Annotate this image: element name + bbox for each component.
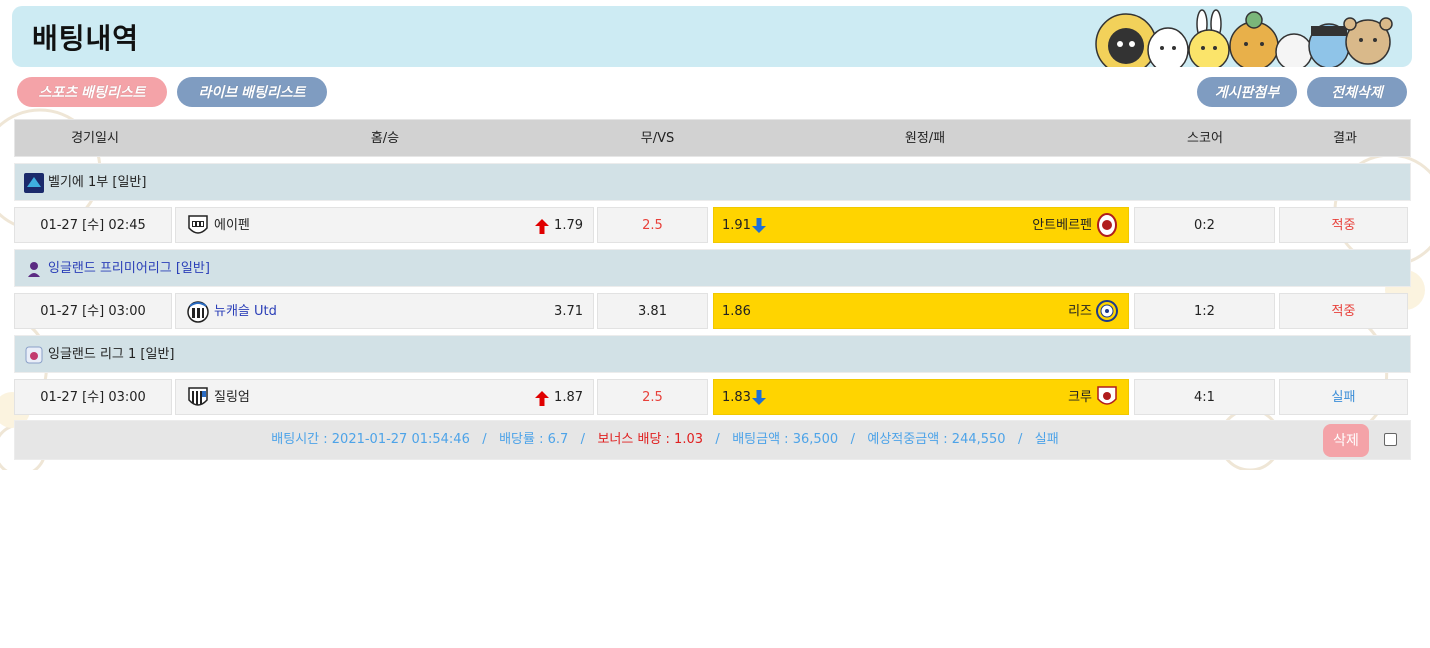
- bet-amount: 배팅금액 : 36,500: [732, 432, 839, 447]
- arrow-down-icon: [752, 218, 766, 233]
- delete-all-button[interactable]: 전체삭제: [1307, 77, 1407, 107]
- leeds-crest-icon: [1096, 300, 1118, 322]
- league-name: 벨기에 1부 [일반]: [48, 175, 147, 190]
- select-bet-checkbox[interactable]: [1384, 433, 1397, 446]
- arrow-down-icon: [752, 390, 766, 405]
- arrow-up-icon: [535, 219, 549, 234]
- result-status: 실패: [1279, 379, 1408, 415]
- col-home: 홈/승: [370, 131, 400, 146]
- eupen-crest-icon: [188, 215, 208, 234]
- table-header: 경기일시 홈/승 무/VS 원정/패 스코어 결과: [14, 119, 1411, 157]
- sports-bet-list-tab[interactable]: 스포츠 배팅리스트: [17, 77, 167, 107]
- home-team-name: 뉴캐슬 Utd: [214, 304, 277, 319]
- score: 1:2: [1134, 293, 1275, 329]
- away-odds: 1.83: [722, 390, 751, 405]
- col-date: 경기일시: [71, 131, 119, 146]
- home-bet-cell[interactable]: 질링엄 1.87: [175, 379, 594, 415]
- page: 배팅내역 스포츠 배팅리스트 라이브 배팅리스트 게시판첨부 전체삭제 경기일시…: [0, 0, 1430, 648]
- characters-illustration: [1095, 9, 1393, 67]
- expected-win-amount: 예상적중금액 : 244,550: [867, 432, 1006, 447]
- live-bet-list-tab[interactable]: 라이브 배팅리스트: [177, 77, 327, 107]
- result-status: 적중: [1279, 293, 1408, 329]
- away-bet-cell[interactable]: 1.91 안트베르펜: [713, 207, 1129, 243]
- bet-summary-bar: 배팅시간 : 2021-01-27 01:54:46 / 배당률 : 6.7 /…: [14, 420, 1411, 460]
- summary-info: 배팅시간 : 2021-01-27 01:54:46 / 배당률 : 6.7 /…: [15, 421, 1315, 459]
- away-odds: 1.86: [722, 304, 751, 319]
- bet-time: 배팅시간 : 2021-01-27 01:54:46: [271, 432, 470, 447]
- away-team-name: 크루: [1068, 390, 1092, 405]
- separator: /: [850, 432, 855, 447]
- col-draw: 무/VS: [640, 131, 675, 146]
- col-score: 스코어: [1187, 131, 1223, 146]
- separator: /: [1017, 432, 1023, 447]
- home-bet-cell[interactable]: 에이펜 1.79: [175, 207, 594, 243]
- delete-bet-button[interactable]: 삭제: [1323, 424, 1369, 457]
- league-row: 벨기에 1부 [일반]: [14, 163, 1411, 201]
- efl-league-one-icon: [25, 346, 43, 364]
- score: 4:1: [1134, 379, 1275, 415]
- away-bet-cell[interactable]: 1.83 크루: [713, 379, 1129, 415]
- away-bet-cell[interactable]: 1.86 리즈: [713, 293, 1129, 329]
- league-name[interactable]: 잉글랜드 프리미어리그 [일반]: [48, 250, 210, 287]
- match-date: 01-27 [수] 02:45: [14, 207, 172, 243]
- separator: /: [715, 432, 720, 447]
- draw-bet-cell[interactable]: 3.81: [597, 293, 708, 329]
- col-away: 원정/패: [904, 131, 946, 146]
- home-odds: 1.87: [554, 390, 583, 405]
- bet-status: 실패: [1034, 432, 1059, 447]
- match-date: 01-27 [수] 03:00: [14, 379, 172, 415]
- arrow-up-icon: [535, 391, 549, 406]
- away-team-name: 안트베르펜: [1032, 218, 1092, 233]
- total-odds: 배당률 : 6.7: [499, 432, 569, 447]
- home-odds: 3.71: [554, 304, 583, 319]
- separator: /: [580, 432, 586, 447]
- separator: /: [482, 432, 487, 447]
- jupiler-league-icon: [24, 173, 44, 193]
- league-name: 잉글랜드 리그 1 [일반]: [48, 347, 175, 362]
- home-odds: 1.79: [554, 218, 583, 233]
- league-row: 잉글랜드 리그 1 [일반]: [14, 335, 1411, 373]
- newcastle-crest-icon: [187, 301, 209, 323]
- result-status: 적중: [1279, 207, 1408, 243]
- bonus-odds: 보너스 배당 : 1.03: [597, 432, 703, 447]
- antwerp-crest-icon: [1097, 213, 1117, 237]
- page-title: 배팅내역: [32, 22, 140, 55]
- gillingham-crest-icon: [188, 387, 208, 406]
- home-bet-cell[interactable]: 뉴캐슬 Utd 3.71: [175, 293, 594, 329]
- col-result: 결과: [1333, 131, 1357, 146]
- crewe-crest-icon: [1097, 386, 1117, 405]
- draw-bet-cell[interactable]: 2.5: [597, 379, 708, 415]
- home-team-name: 에이펜: [214, 218, 250, 233]
- match-date: 01-27 [수] 03:00: [14, 293, 172, 329]
- home-team-name: 질링엄: [214, 390, 250, 405]
- board-attach-button[interactable]: 게시판첨부: [1197, 77, 1297, 107]
- away-odds: 1.91: [722, 218, 751, 233]
- premier-league-icon: [28, 262, 40, 277]
- score: 0:2: [1134, 207, 1275, 243]
- page-header: 배팅내역: [12, 6, 1412, 67]
- away-team-name: 리즈: [1068, 304, 1092, 319]
- draw-bet-cell[interactable]: 2.5: [597, 207, 708, 243]
- league-row: 잉글랜드 프리미어리그 [일반]: [14, 249, 1411, 287]
